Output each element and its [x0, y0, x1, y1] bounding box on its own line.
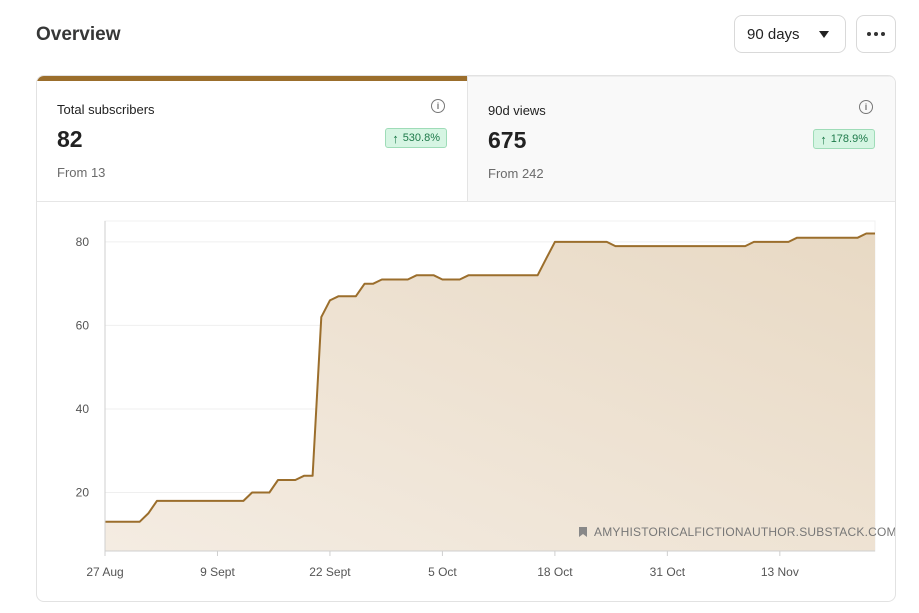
page-title: Overview [36, 24, 121, 45]
x-tick-label: 5 Oct [428, 565, 457, 579]
stat-tab-subscribers[interactable]: Total subscribers i 82 ↑ 530.8% From 13 [37, 76, 467, 201]
y-tick-label: 60 [76, 318, 90, 332]
stat-label: Total subscribers [57, 102, 155, 117]
stat-value: 675 [488, 127, 527, 153]
stat-from: From 13 [57, 165, 106, 180]
watermark-text: AMYHISTORICALFICTIONAUTHOR.SUBSTACK.COM [594, 525, 896, 539]
change-badge: ↑ 178.9% [813, 129, 875, 149]
stat-label: 90d views [488, 103, 546, 118]
bookmark-icon [579, 527, 587, 537]
x-tick-label: 22 Sept [309, 565, 351, 579]
overview-card: Total subscribers i 82 ↑ 530.8% From 13 … [36, 75, 896, 602]
caret-down-icon [819, 30, 829, 38]
info-icon[interactable]: i [859, 100, 873, 114]
stat-tab-views[interactable]: 90d views i 675 ↑ 178.9% From 242 [467, 76, 895, 201]
more-options-button[interactable] [856, 15, 896, 53]
x-tick-label: 18 Oct [537, 565, 573, 579]
x-tick-label: 13 Nov [761, 565, 799, 579]
x-tick-label: 9 Sept [200, 565, 235, 579]
stats-row: Total subscribers i 82 ↑ 530.8% From 13 … [37, 76, 895, 202]
info-icon[interactable]: i [431, 99, 445, 113]
ellipsis-icon [867, 32, 885, 36]
date-range-label: 90 days [747, 25, 800, 43]
change-value: 530.8% [402, 132, 440, 144]
subscribers-area-chart: 20 40 60 80 27 Aug 9 Sept 22 Sept 5 Oct 18 Oct 31… [76, 220, 876, 579]
change-badge: ↑ 530.8% [385, 128, 447, 148]
x-tick-label: 27 Aug [86, 565, 123, 579]
y-tick-label: 20 [76, 486, 90, 500]
date-range-select[interactable]: 90 days [734, 15, 846, 53]
arrow-up-icon: ↑ [820, 131, 827, 147]
stat-from: From 242 [488, 166, 544, 181]
y-tick-label: 80 [76, 235, 90, 249]
x-tick-label: 31 Oct [650, 565, 686, 579]
arrow-up-icon: ↑ [392, 130, 399, 146]
stat-value: 82 [57, 126, 83, 152]
change-value: 178.9% [830, 133, 868, 145]
y-tick-label: 40 [76, 402, 90, 416]
watermark: AMYHISTORICALFICTIONAUTHOR.SUBSTACK.COM [579, 525, 896, 539]
